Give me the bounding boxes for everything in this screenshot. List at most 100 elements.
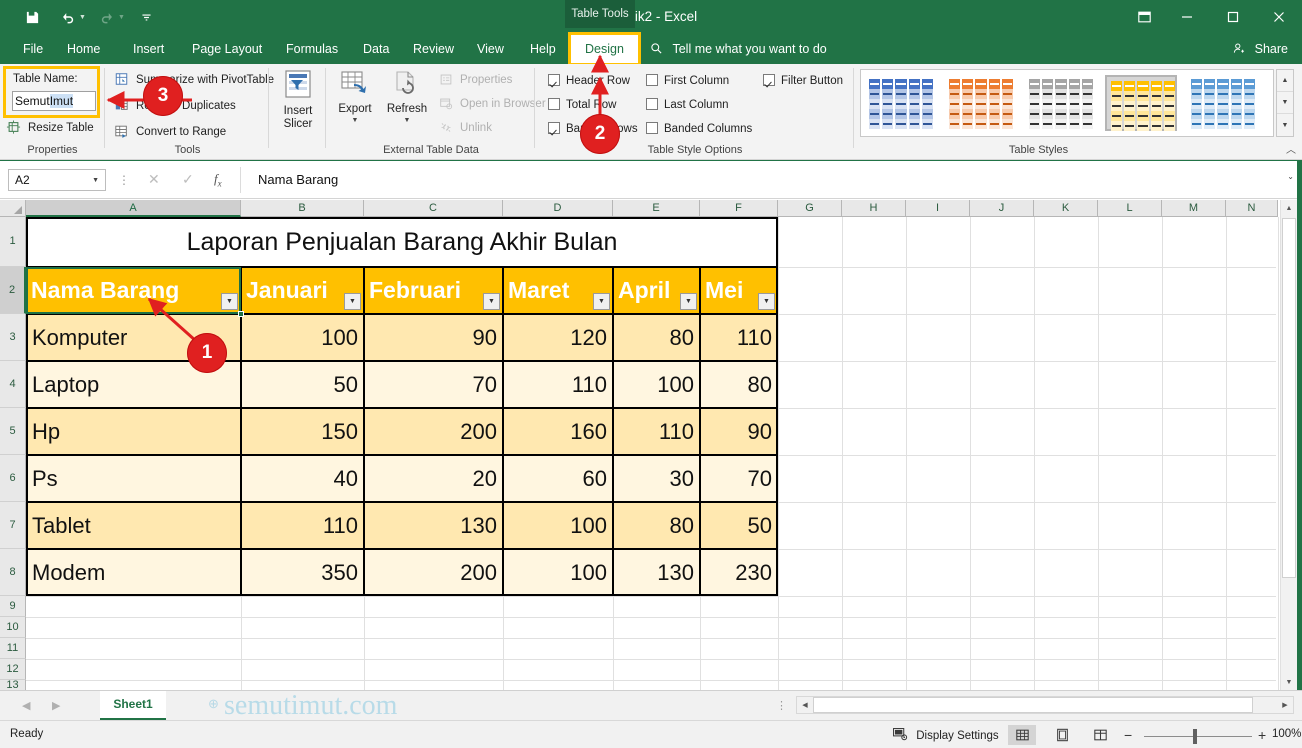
table-cell[interactable]: 80 (613, 314, 700, 361)
zoom-out-button[interactable]: − (1124, 727, 1132, 743)
row-header-5[interactable]: 5 (0, 408, 26, 455)
collapse-ribbon-icon[interactable]: ︿ (1286, 141, 1296, 156)
export-button[interactable]: Export ▼ (331, 70, 379, 124)
table-cell[interactable]: 90 (364, 314, 503, 361)
table-cell[interactable]: 120 (503, 314, 613, 361)
horizontal-scrollbar-thumb[interactable] (813, 697, 1253, 713)
table-styles-scrollbar[interactable]: ▲ ▼ ▼ (1276, 69, 1294, 137)
tab-page-layout[interactable]: Page Layout (183, 34, 271, 64)
table-style-swatch-blue[interactable] (865, 75, 937, 131)
row-header-12[interactable]: 12 (0, 659, 26, 680)
row-header-13[interactable]: 13 (0, 680, 26, 690)
scroll-down-icon[interactable]: ▼ (1277, 92, 1293, 114)
row-header-4[interactable]: 4 (0, 361, 26, 408)
row-header-2[interactable]: 2 (0, 267, 26, 314)
table-cell[interactable]: 110 (503, 361, 613, 408)
table-cell[interactable]: 90 (700, 408, 778, 455)
zoom-in-button[interactable]: + (1258, 727, 1266, 743)
formula-input[interactable]: Nama Barang (258, 172, 338, 187)
resize-table-button[interactable]: Resize Table (6, 120, 94, 135)
row-header-6[interactable]: 6 (0, 455, 26, 502)
chevron-down-icon[interactable]: ▼ (92, 170, 99, 191)
ribbon-display-options-icon[interactable] (1124, 0, 1164, 34)
row-header-9[interactable]: 9 (0, 596, 26, 617)
tab-view[interactable]: View (468, 34, 513, 64)
tab-file[interactable]: File (14, 34, 52, 64)
column-header-D[interactable]: D (503, 200, 613, 217)
refresh-dropdown-caret-icon[interactable]: ▼ (381, 117, 433, 124)
table-cell[interactable]: 100 (503, 502, 613, 549)
zoom-slider-thumb[interactable] (1193, 729, 1197, 744)
insert-function-icon[interactable]: fx (214, 171, 222, 189)
horizontal-scrollbar-grip[interactable]: ⋮ (776, 699, 787, 712)
table-cell[interactable]: 110 (700, 314, 778, 361)
table-cell[interactable]: Modem (26, 549, 241, 596)
table-header-cell[interactable]: Nama Barang (26, 267, 241, 314)
scroll-down-icon[interactable]: ▼ (1281, 674, 1297, 690)
tab-design[interactable]: Design (568, 32, 641, 66)
table-cell[interactable]: 50 (241, 361, 364, 408)
checkbox-first-column[interactable]: First Column (646, 74, 729, 87)
table-style-swatch-lightblue[interactable] (1187, 75, 1259, 131)
sheet-tab-sheet1[interactable]: Sheet1 (100, 691, 166, 720)
table-cell[interactable]: Hp (26, 408, 241, 455)
scroll-up-icon[interactable]: ▲ (1281, 200, 1297, 216)
table-cell[interactable]: 40 (241, 455, 364, 502)
expand-formula-bar-icon[interactable]: ⌄ (1287, 172, 1294, 181)
column-header-B[interactable]: B (241, 200, 364, 217)
table-cell[interactable]: 30 (613, 455, 700, 502)
name-box[interactable]: A2 ▼ (8, 169, 106, 191)
checkbox-last-column[interactable]: Last Column (646, 98, 729, 111)
horizontal-scrollbar[interactable]: ◀ ▶ (796, 696, 1294, 714)
column-header-A[interactable]: A (26, 200, 241, 217)
table-styles-gallery[interactable] (860, 69, 1274, 137)
table-style-swatch-orange[interactable] (945, 75, 1017, 131)
table-cell[interactable]: 110 (241, 502, 364, 549)
column-header-N[interactable]: N (1226, 200, 1278, 217)
column-header-E[interactable]: E (613, 200, 700, 217)
insert-slicer-button[interactable]: Insert Slicer (274, 70, 322, 131)
enter-icon[interactable]: ✓ (182, 171, 194, 188)
checkbox-banded-columns[interactable]: Banded Columns (646, 122, 752, 135)
table-cell[interactable]: 130 (613, 549, 700, 596)
column-header-L[interactable]: L (1098, 200, 1162, 217)
tab-formulas[interactable]: Formulas (277, 34, 347, 64)
table-cell[interactable]: Tablet (26, 502, 241, 549)
normal-view-button[interactable] (1008, 725, 1036, 745)
display-settings-button[interactable]: Display Settings (893, 727, 999, 742)
checkbox-filter-button[interactable]: Filter Button (763, 74, 843, 87)
scroll-left-icon[interactable]: ◀ (797, 697, 813, 713)
convert-to-range-button[interactable]: Convert to Range (114, 124, 226, 139)
scroll-up-icon[interactable]: ▲ (1277, 70, 1293, 92)
more-styles-icon[interactable]: ▼ (1277, 114, 1293, 136)
table-cell[interactable]: 100 (613, 361, 700, 408)
scroll-right-icon[interactable]: ▶ (1277, 697, 1293, 713)
tab-home[interactable]: Home (58, 34, 109, 64)
column-header-M[interactable]: M (1162, 200, 1226, 217)
tab-review[interactable]: Review (404, 34, 463, 64)
next-sheet-icon[interactable]: ▶ (52, 699, 60, 712)
page-layout-view-button[interactable] (1048, 725, 1076, 745)
table-cell[interactable]: 70 (700, 455, 778, 502)
previous-sheet-icon[interactable]: ◀ (22, 699, 30, 712)
column-header-J[interactable]: J (970, 200, 1034, 217)
table-cell[interactable]: 200 (364, 549, 503, 596)
table-cell[interactable]: 100 (241, 314, 364, 361)
table-cell[interactable]: 160 (503, 408, 613, 455)
filter-dropdown-icon[interactable]: ▼ (680, 293, 697, 310)
vertical-scrollbar[interactable]: ▲ ▼ (1280, 200, 1297, 690)
minimize-button[interactable] (1164, 0, 1210, 34)
tab-insert[interactable]: Insert (124, 34, 173, 64)
table-style-swatch-gray[interactable] (1025, 75, 1097, 131)
table-cell[interactable]: 230 (700, 549, 778, 596)
table-style-swatch-gold-selected[interactable] (1105, 75, 1177, 131)
filter-dropdown-icon[interactable]: ▼ (221, 293, 238, 310)
table-cell[interactable]: 60 (503, 455, 613, 502)
checkbox-header-row[interactable]: Header Row (548, 74, 630, 87)
filter-dropdown-icon[interactable]: ▼ (483, 293, 500, 310)
column-header-K[interactable]: K (1034, 200, 1098, 217)
table-cell[interactable]: 100 (503, 549, 613, 596)
tab-data[interactable]: Data (354, 34, 398, 64)
row-header-3[interactable]: 3 (0, 314, 26, 361)
refresh-button[interactable]: Refresh ▼ (381, 70, 433, 124)
